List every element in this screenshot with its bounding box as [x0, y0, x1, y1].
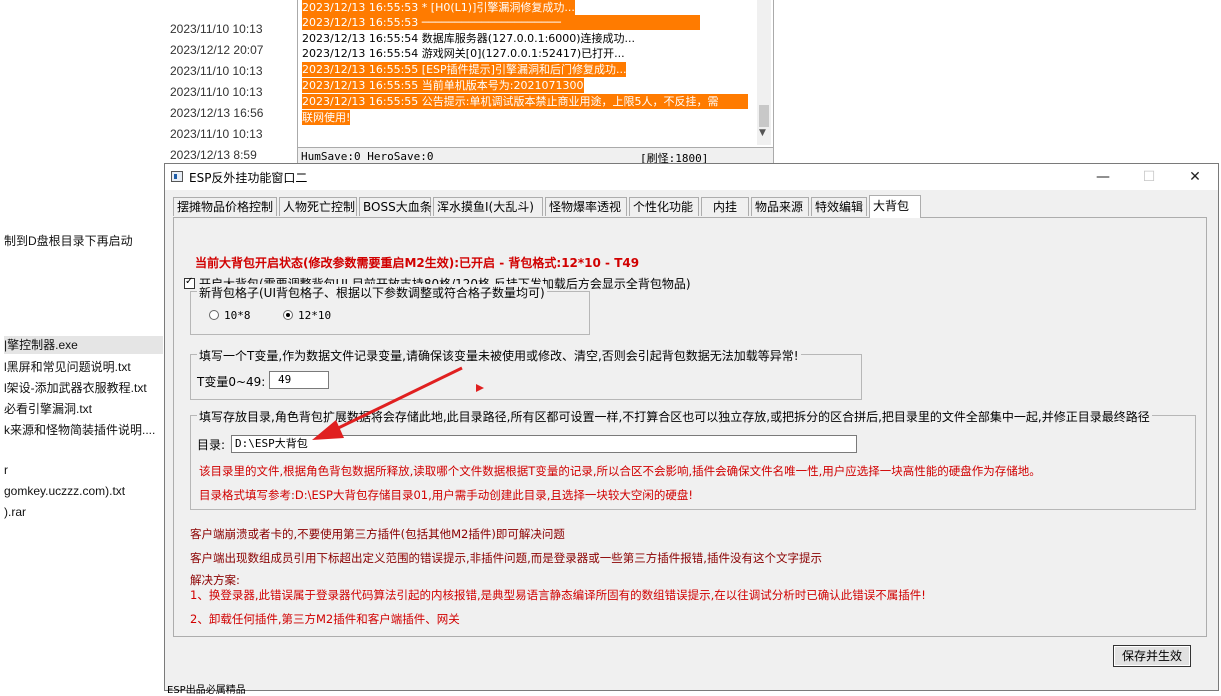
tab-big-bag[interactable]: 大背包 [869, 195, 921, 218]
annotation-arrow-icon [312, 366, 484, 440]
